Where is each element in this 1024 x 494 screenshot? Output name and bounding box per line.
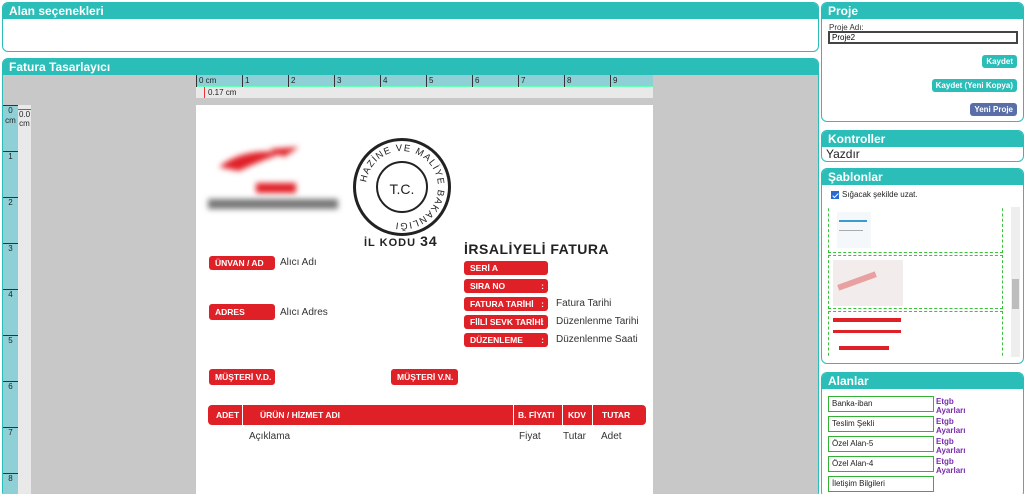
fatura-tarihi-label[interactable]: FATURA TARİHİ: — [464, 297, 548, 311]
template-thumbnail[interactable] — [828, 207, 1003, 253]
row-aciklama[interactable]: Açıklama — [249, 431, 290, 442]
ruler-tick: 4 — [3, 289, 18, 300]
templates-scrollbar[interactable] — [1011, 207, 1020, 357]
field-name[interactable]: İletişim Bilgileri — [828, 476, 934, 492]
column-separator — [562, 405, 563, 425]
ruler-tick: 9 — [610, 75, 617, 87]
ruler-tick: 1 — [242, 75, 249, 87]
column-separator — [592, 405, 593, 425]
ruler-tick: 2 — [288, 75, 295, 87]
musteri-vn-label[interactable]: MÜŞTERİ V.N. — [391, 369, 458, 385]
print-button[interactable]: Yazdır — [826, 147, 860, 161]
field-name[interactable]: Teslim Şekli — [828, 416, 934, 432]
horizontal-ruler-marker: 0.17 cm — [204, 87, 236, 98]
document-title: İRSALİYELİ FATURA — [464, 241, 610, 257]
duzenleme-saati-value[interactable]: Düzenlenme Saati — [556, 334, 638, 345]
row-adet[interactable]: Adet — [601, 431, 622, 442]
save-copy-button[interactable]: Kaydet (Yeni Kopya) — [931, 79, 1017, 92]
templates-title: Şablonlar — [822, 169, 1023, 185]
invoice-designer-panel: Fatura Tasarlayıcı 0 cm 1 2 3 4 5 6 7 8 … — [2, 58, 819, 494]
project-title: Proje — [822, 3, 1023, 19]
alan-options-title: Alan seçenekleri — [3, 3, 818, 19]
vertical-ruler-marker: 0.0 cm — [18, 109, 31, 128]
fit-checkbox-label: Sığacak şekilde uzat. — [842, 190, 918, 199]
product-table-header[interactable]: ADET ÜRÜN / HİZMET ADI B. FİYATI KDV TUT… — [208, 405, 646, 425]
seri-label[interactable]: SERİ A — [464, 261, 548, 275]
ruler-tick: 8 — [564, 75, 571, 87]
il-kodu-label: İL KODU — [364, 237, 417, 249]
field-settings-link[interactable]: Etgb Ayarları — [936, 457, 966, 475]
row-fiyat[interactable]: Fiyat — [519, 431, 541, 442]
unvan-value[interactable]: Alıcı Adı — [280, 257, 317, 268]
col-urun-hizmet: ÜRÜN / HİZMET ADI — [260, 410, 340, 420]
ministry-seal: HAZİNE VE MALİYE BAKANLIĞI T.C. — [353, 138, 451, 236]
alan-options-panel: Alan seçenekleri — [2, 2, 819, 52]
fields-title: Alanlar — [822, 373, 1023, 389]
ruler-tick: 3 — [334, 75, 341, 87]
ruler-tick: 8 — [3, 473, 18, 484]
template-thumbnail[interactable] — [828, 311, 1003, 357]
fit-option[interactable]: Sığacak şekilde uzat. — [831, 190, 918, 199]
company-logo-text — [256, 183, 296, 193]
ruler-tick: 2 — [3, 197, 18, 208]
column-separator — [513, 405, 514, 425]
col-birim-fiyati: B. FİYATI — [518, 410, 555, 420]
musteri-vd-label[interactable]: MÜŞTERİ V.D. — [209, 369, 275, 385]
il-kodu-value: 34 — [420, 233, 438, 249]
field-name[interactable]: Özel Alan-4 — [828, 456, 934, 472]
fiili-sevk-tarihi-value[interactable]: Düzenlenme Tarihi — [556, 316, 639, 327]
il-kodu: İL KODU 34 — [364, 233, 438, 249]
vertical-ruler: 0 cm 1 2 3 4 5 6 7 8 — [3, 105, 18, 494]
save-button[interactable]: Kaydet — [982, 55, 1017, 68]
template-thumbnails[interactable] — [828, 207, 1011, 357]
row-tutar[interactable]: Tutar — [563, 431, 586, 442]
col-adet: ADET — [216, 410, 240, 420]
company-logo-subtext — [208, 199, 338, 209]
fiili-sevk-tarihi-label[interactable]: FİİLİ SEVK TARİHİ: — [464, 315, 548, 329]
ruler-tick: 6 — [472, 75, 479, 87]
controls-panel: Kontroller Yazdır — [821, 130, 1024, 162]
ruler-tick: 5 — [3, 335, 18, 346]
company-logo — [214, 145, 304, 175]
field-settings-link[interactable]: Etgb Ayarları — [936, 397, 966, 415]
template-thumbnail[interactable] — [828, 255, 1003, 309]
fields-panel: Alanlar Banka-iban Etgb Ayarları Teslim … — [821, 372, 1024, 494]
templates-scrollbar-thumb[interactable] — [1012, 279, 1019, 309]
horizontal-ruler-marker-bar: 0.17 cm — [196, 87, 653, 98]
ruler-tick: 0 cm — [196, 75, 216, 87]
ruler-tick: 5 — [426, 75, 433, 87]
col-tutar: TUTAR — [602, 410, 631, 420]
field-name[interactable]: Banka-iban — [828, 396, 934, 412]
ruler-tick: 1 — [3, 151, 18, 162]
column-separator — [242, 405, 243, 425]
controls-title: Kontroller — [822, 131, 1023, 147]
project-name-input[interactable] — [828, 31, 1018, 44]
project-panel: Proje Proje Adı: Kaydet Kaydet (Yeni Kop… — [821, 2, 1024, 122]
field-settings-link[interactable]: Etgb Ayarları — [936, 437, 966, 455]
col-kdv: KDV — [568, 410, 586, 420]
field-name[interactable]: Özel Alan-5 — [828, 436, 934, 452]
field-settings-link[interactable]: Etgb Ayarları — [936, 417, 966, 435]
fatura-tarihi-value[interactable]: Fatura Tarihi — [556, 298, 611, 309]
invoice-designer-title: Fatura Tasarlayıcı — [3, 59, 818, 75]
invoice-sheet[interactable]: HAZİNE VE MALİYE BAKANLIĞI T.C. İL KODU … — [196, 105, 653, 494]
duzenleme-saati-label[interactable]: DÜZENLEME SAATİ: — [464, 333, 548, 359]
sira-no-label[interactable]: SIRA NO: — [464, 279, 548, 293]
templates-panel: Şablonlar Sığacak şekilde uzat. — [821, 168, 1024, 364]
ruler-tick: 3 — [3, 243, 18, 254]
ruler-tick: 4 — [380, 75, 387, 87]
adres-label[interactable]: ADRES — [209, 304, 275, 320]
fit-checkbox[interactable] — [831, 190, 839, 199]
ruler-tick: 6 — [3, 381, 18, 392]
unvan-label[interactable]: ÜNVAN / AD — [209, 256, 275, 270]
vertical-ruler-marker-bar: 0.0 cm — [18, 105, 31, 494]
seal-center: T.C. — [376, 161, 428, 213]
ruler-tick: 7 — [518, 75, 525, 87]
adres-value[interactable]: Alıcı Adres — [280, 307, 328, 318]
horizontal-ruler: 0 cm 1 2 3 4 5 6 7 8 9 — [196, 75, 653, 87]
ruler-tick: 7 — [3, 427, 18, 438]
new-project-button[interactable]: Yeni Proje — [970, 103, 1017, 116]
ruler-tick: 0 cm — [3, 105, 18, 126]
